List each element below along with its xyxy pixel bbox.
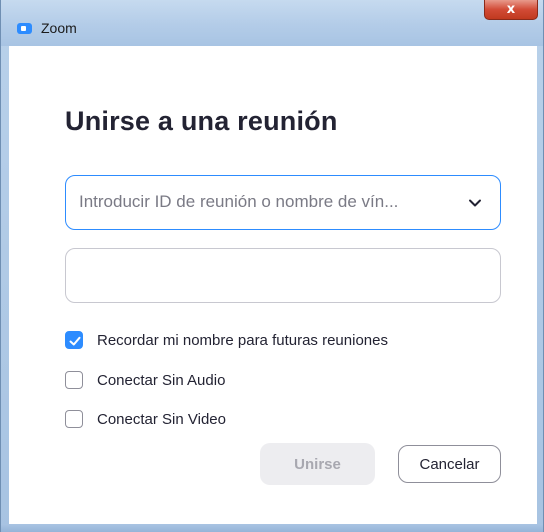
join-meeting-dialog: Unirse a una reunión Introducir ID de re… [9, 46, 537, 524]
no-audio-label[interactable]: Conectar Sin Audio [97, 372, 225, 389]
no-video-label[interactable]: Conectar Sin Video [97, 411, 226, 428]
meeting-id-combobox[interactable]: Introducir ID de reunión o nombre de vín… [65, 175, 501, 230]
remember-name-label[interactable]: Recordar mi nombre para futuras reunione… [97, 332, 388, 349]
no-video-checkbox[interactable] [65, 410, 83, 428]
page-title: Unirse a una reunión [65, 106, 338, 136]
join-button[interactable]: Unirse [260, 443, 375, 485]
zoom-app-icon [17, 23, 32, 34]
window-bottom-border [1, 524, 543, 532]
no-audio-checkbox[interactable] [65, 371, 83, 389]
title-bar[interactable]: Zoom x [1, 0, 543, 46]
cancel-button[interactable]: Cancelar [398, 445, 501, 483]
zoom-window: Zoom x Unirse a una reunión Introducir I… [0, 0, 544, 532]
name-input[interactable] [65, 248, 501, 303]
close-button[interactable]: x [484, 0, 538, 20]
meeting-id-placeholder: Introducir ID de reunión o nombre de vín… [79, 192, 399, 211]
checkmark-icon [69, 336, 81, 346]
remember-name-checkbox[interactable] [65, 331, 83, 349]
chevron-down-icon[interactable] [468, 196, 482, 210]
window-title: Zoom [41, 20, 77, 36]
close-icon: x [506, 2, 516, 17]
